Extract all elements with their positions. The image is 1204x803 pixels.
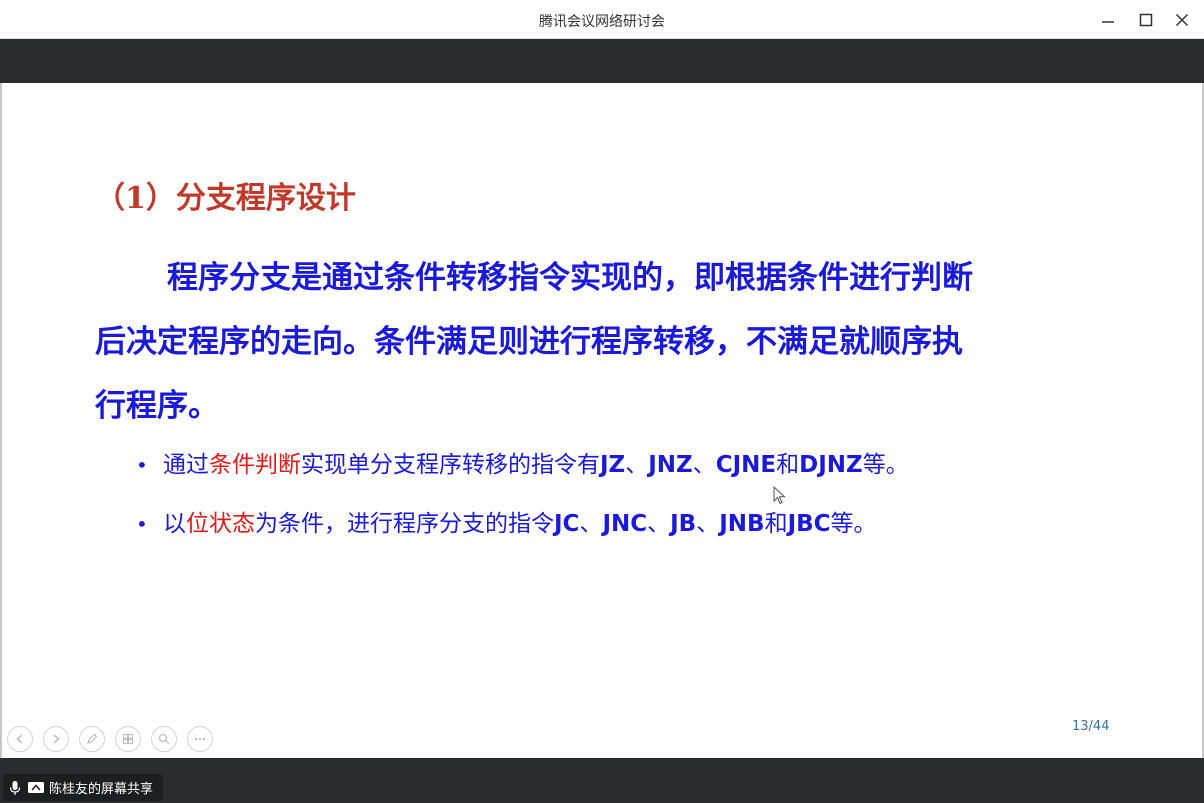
zoom-icon xyxy=(158,733,170,745)
screen-share-icon xyxy=(28,781,44,793)
bullet-text: 通过 xyxy=(163,452,209,478)
more-options-button[interactable] xyxy=(187,726,213,752)
bullet-text: 等。 xyxy=(830,511,877,537)
bullet-text: 以 xyxy=(163,511,186,537)
paragraph-line: 程序分支是通过条件转移指令实现的，即根据条件进行判断 xyxy=(167,260,973,296)
maximize-icon xyxy=(1139,13,1153,27)
slides-grid-icon xyxy=(123,734,133,744)
title-bar: 腾讯会议网络研讨会 xyxy=(0,0,1204,39)
slide-heading: （1）分支程序设计 xyxy=(95,181,356,216)
screen-share-label: 陈桂友的屏幕共享 xyxy=(49,782,154,797)
paragraph-line: 后决定程序的走向。条件满足则进行程序转移，不满足就顺序执 xyxy=(95,324,963,360)
bullet-marker: • xyxy=(136,453,148,477)
bullet-text: 、 xyxy=(696,511,720,537)
instruction-mnemonic: JZ xyxy=(600,452,626,478)
close-button[interactable] xyxy=(1168,6,1196,34)
prev-icon xyxy=(16,734,23,744)
instruction-mnemonic: JNB xyxy=(719,511,765,537)
paragraph-line: 行程序。 xyxy=(95,388,219,424)
pen-icon xyxy=(87,733,98,744)
bullet-text: 实现单分支程序转移的指令有 xyxy=(301,452,600,478)
minimize-icon xyxy=(1102,21,1114,23)
zoom-button[interactable] xyxy=(151,726,177,752)
bullet-text: 等。 xyxy=(862,452,909,478)
instruction-mnemonic: JBC xyxy=(787,511,831,537)
next-slide-button[interactable] xyxy=(43,726,69,752)
bullet-text: 、 xyxy=(692,452,716,478)
bullet-text: 、 xyxy=(579,511,603,537)
instruction-mnemonic: JNC xyxy=(602,511,648,537)
screen-share-bar: 陈桂友的屏幕共享 xyxy=(0,758,1204,803)
bullet-text: 和 xyxy=(776,452,800,478)
bullet-text: 为条件，进行程序分支的指令 xyxy=(255,511,554,537)
bullet-text: 、 xyxy=(647,511,671,537)
instruction-mnemonic: JB xyxy=(670,511,697,537)
bullet-item: • 以位状态为条件，进行程序分支的指令JC、JNC、JB、JNB和JBC等。 xyxy=(136,504,877,538)
instruction-mnemonic: JC xyxy=(554,511,580,537)
instruction-mnemonic: JNZ xyxy=(648,452,693,478)
shared-slide: （1）分支程序设计 程序分支是通过条件转移指令实现的，即根据条件进行判断 后决定… xyxy=(2,83,1202,758)
minimize-button[interactable] xyxy=(1094,6,1122,34)
pen-tool-button[interactable] xyxy=(79,726,105,752)
mouse-cursor-icon xyxy=(773,486,786,505)
meeting-top-bar xyxy=(0,39,1204,83)
microphone-icon xyxy=(9,780,21,795)
instruction-mnemonic: CJNE xyxy=(715,452,777,478)
bullet-text: 、 xyxy=(625,452,649,478)
slide-paragraph: 程序分支是通过条件转移指令实现的，即根据条件进行判断 后决定程序的走向。条件满足… xyxy=(95,246,1085,438)
window-title: 腾讯会议网络研讨会 xyxy=(539,14,665,30)
next-icon xyxy=(53,734,60,744)
bullet-item: • 通过条件判断实现单分支程序转移的指令有JZ、JNZ、CJNE和DJNZ等。 xyxy=(136,445,909,479)
highlighted-text: 位状态 xyxy=(186,511,255,537)
page-indicator: 13/44 xyxy=(1072,719,1110,734)
more-icon xyxy=(194,737,206,741)
previous-slide-button[interactable] xyxy=(7,726,33,752)
screen-share-indicator[interactable]: 陈桂友的屏幕共享 xyxy=(3,774,164,801)
maximize-button[interactable] xyxy=(1132,6,1160,34)
instruction-mnemonic: DJNZ xyxy=(799,452,863,478)
bullet-marker: • xyxy=(136,512,148,536)
highlighted-text: 条件判断 xyxy=(209,452,301,478)
slide-overview-button[interactable] xyxy=(115,726,141,752)
bullet-text: 和 xyxy=(764,511,788,537)
close-icon xyxy=(1175,13,1189,27)
